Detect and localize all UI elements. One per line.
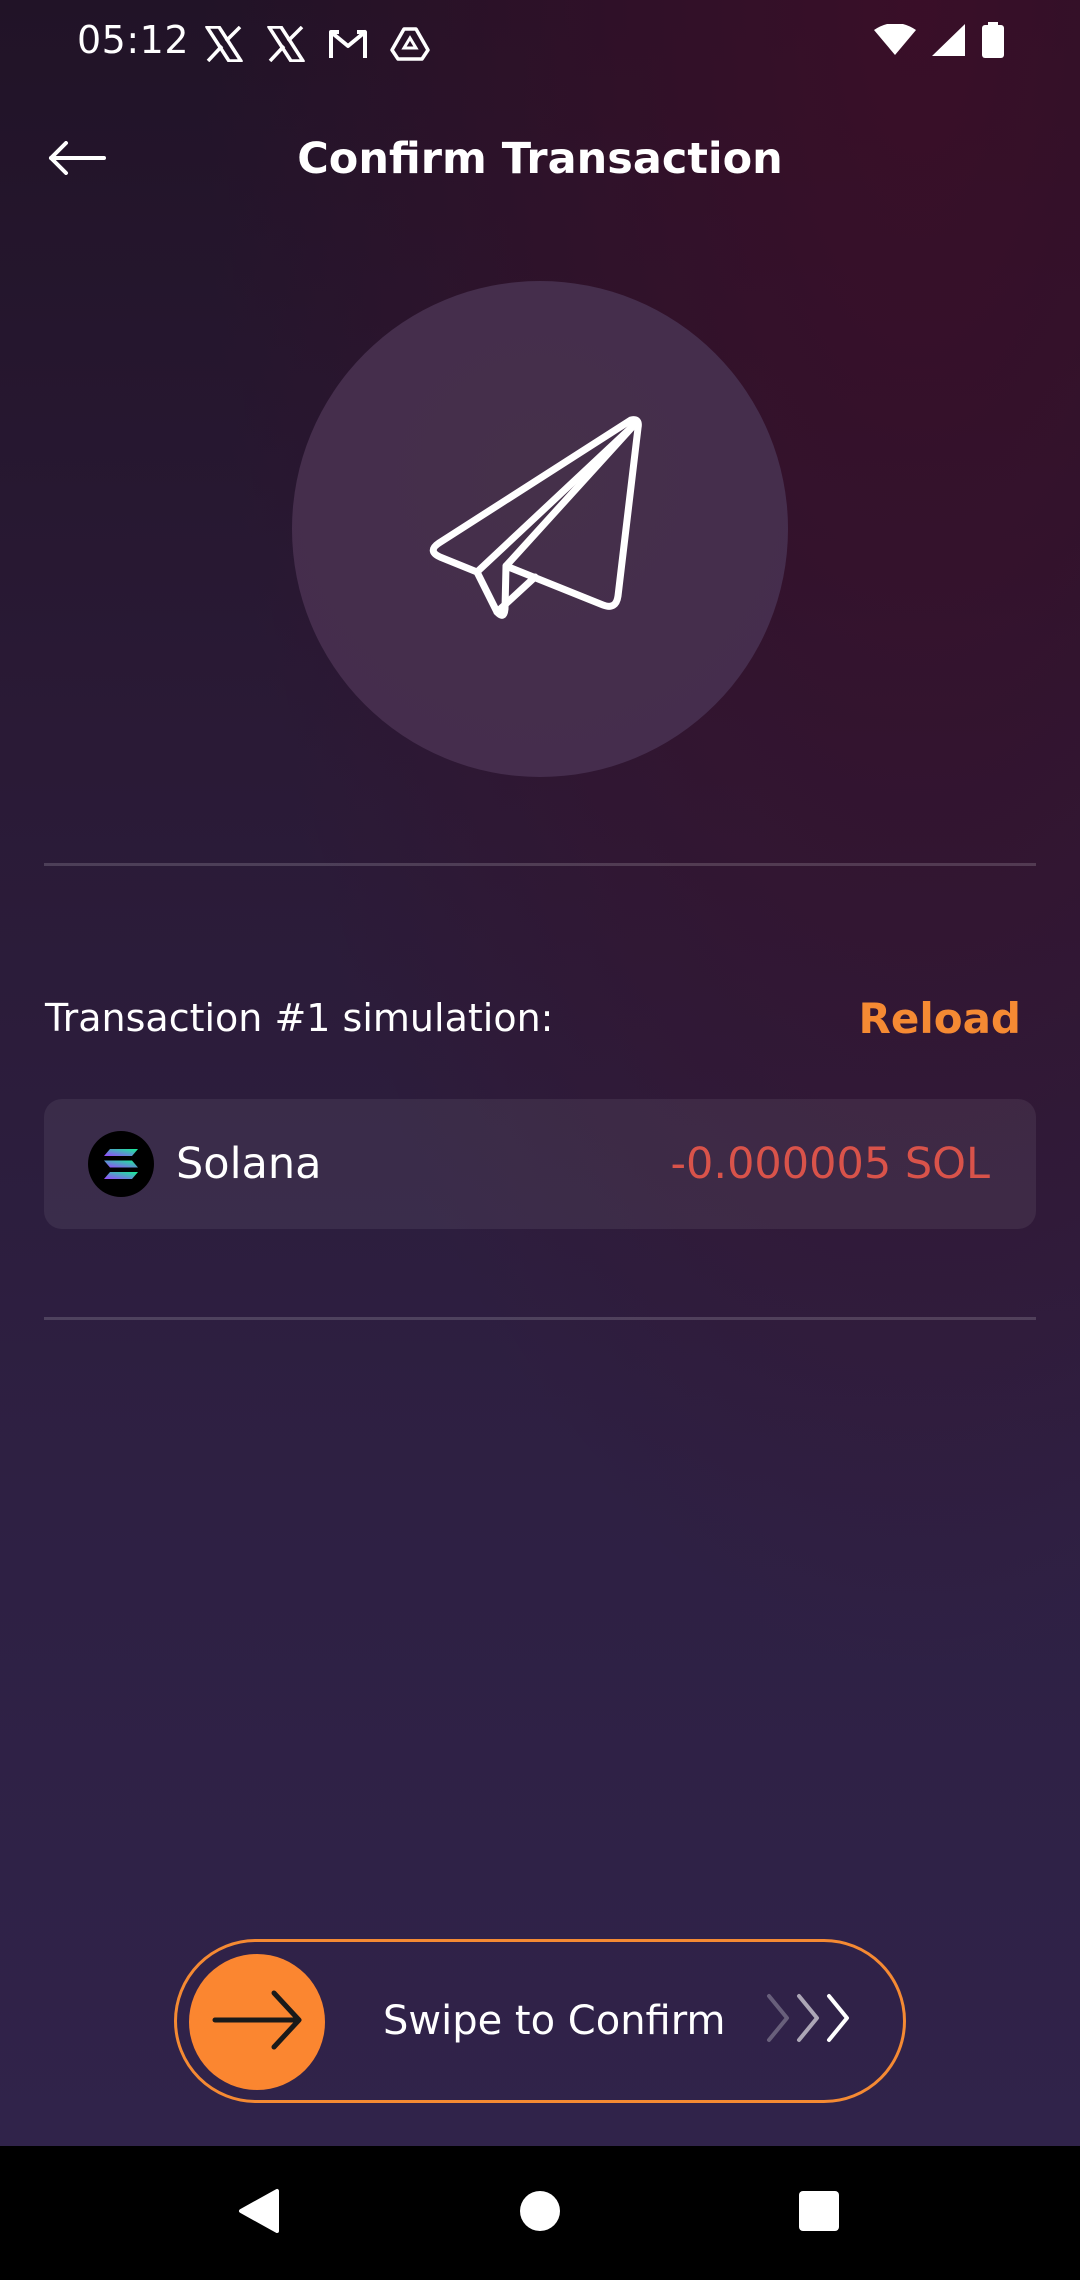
back-triangle-icon bbox=[237, 2187, 281, 2239]
battery-icon bbox=[982, 22, 1004, 62]
signal-icon bbox=[932, 24, 966, 60]
nav-home-button[interactable] bbox=[509, 2182, 571, 2244]
swipe-to-confirm-slider[interactable]: Swipe to Confirm bbox=[174, 1939, 906, 2103]
status-time: 05:12 bbox=[77, 18, 190, 62]
home-circle-icon bbox=[518, 2189, 562, 2237]
wifi-icon bbox=[874, 23, 916, 60]
token-amount: -0.000005 SOL bbox=[670, 1139, 990, 1189]
page-title: Confirm Transaction bbox=[297, 134, 783, 184]
recents-square-icon bbox=[798, 2190, 840, 2236]
hero-circle bbox=[292, 281, 788, 777]
divider bbox=[44, 863, 1036, 866]
arrow-right-icon bbox=[212, 1989, 302, 2055]
x-icon bbox=[202, 22, 246, 66]
chevrons-right-icon bbox=[761, 1990, 861, 2046]
token-name: Solana bbox=[176, 1139, 322, 1189]
nav-recents-button[interactable] bbox=[788, 2182, 850, 2244]
swipe-label: Swipe to Confirm bbox=[383, 1998, 726, 2044]
status-bar: 05:12 bbox=[0, 0, 1080, 90]
nav-back-button[interactable] bbox=[228, 2182, 290, 2244]
paper-plane-icon bbox=[425, 412, 655, 646]
drive-icon bbox=[388, 22, 432, 66]
notification-icons bbox=[202, 22, 432, 66]
screen: 05:12 Confirm Transaction Transaction #1… bbox=[0, 0, 1080, 2146]
navigation-bar bbox=[0, 2146, 1080, 2280]
header: Confirm Transaction bbox=[0, 110, 1080, 210]
swipe-handle[interactable] bbox=[189, 1954, 325, 2090]
divider bbox=[44, 1317, 1036, 1320]
simulation-label: Transaction #1 simulation: bbox=[45, 996, 554, 1040]
reload-button[interactable]: Reload bbox=[859, 994, 1021, 1043]
solana-logo-icon bbox=[88, 1131, 154, 1197]
system-icons bbox=[874, 22, 1004, 62]
x-icon bbox=[264, 22, 308, 66]
token-balance-change-card: Solana -0.000005 SOL bbox=[44, 1099, 1036, 1229]
gmail-icon bbox=[326, 22, 370, 66]
